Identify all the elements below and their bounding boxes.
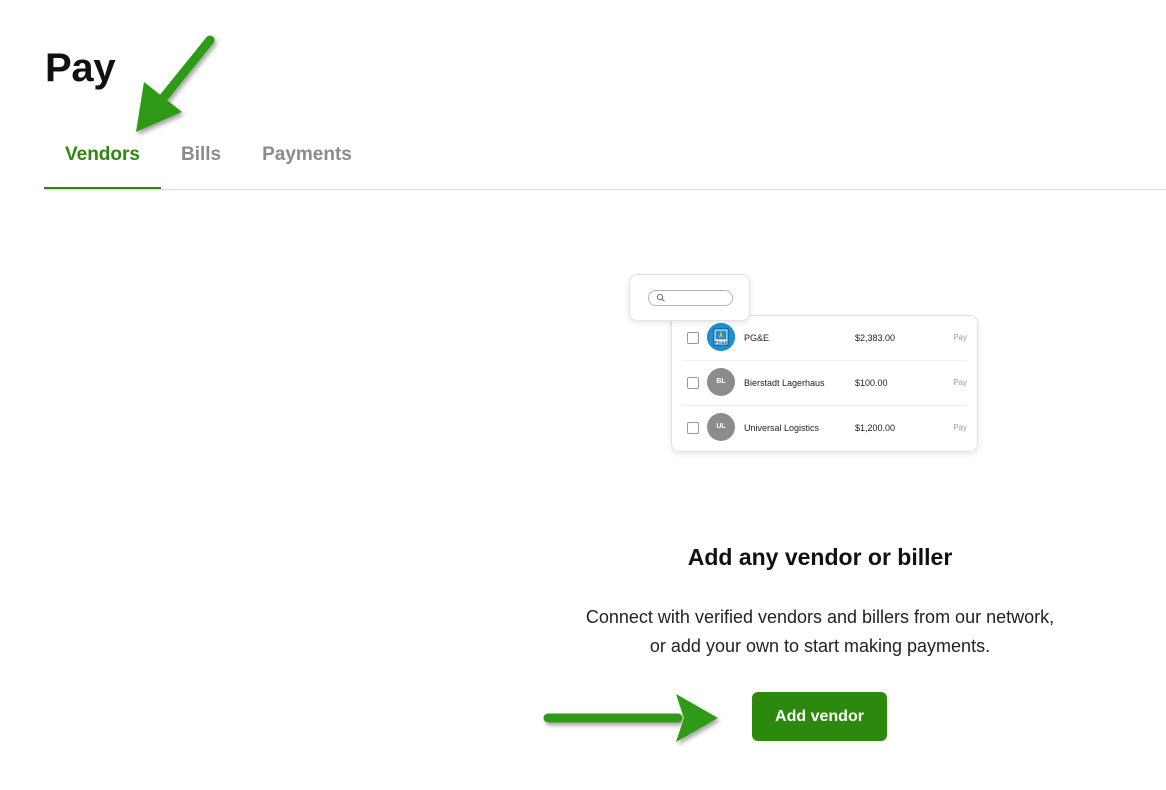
list-item: BL Bierstadt Lagerhaus $100.00 Pay [682, 361, 967, 406]
annotation-arrow-right-icon [543, 694, 718, 742]
vendor-name: Universal Logistics [744, 423, 820, 433]
row-checkbox [687, 422, 699, 434]
illustration-vendor-list: PG&E PG&E $2,383.00 Pay BL Bierstadt Lag… [671, 315, 978, 452]
empty-state-description: Connect with verified vendors and biller… [530, 603, 1110, 661]
empty-state-title: Add any vendor or biller [687, 544, 953, 570]
row-checkbox [687, 377, 699, 389]
list-item: PG&E PG&E $2,383.00 Pay [682, 316, 967, 361]
vendor-amount: $1,200.00 [855, 423, 896, 433]
vendor-amount: $2,383.00 [855, 333, 896, 343]
empty-state-description-line1: Connect with verified vendors and biller… [585, 607, 1055, 627]
pay-page: Pay Vendors Bills Payments PG&E PG&E $2,… [0, 0, 1166, 790]
pge-logo-icon: PG&E [707, 323, 735, 351]
avatar: UL [707, 413, 735, 441]
avatar: BL [707, 368, 735, 396]
pay-link: Pay [953, 423, 967, 432]
illustration-search-card [629, 274, 750, 321]
pay-link: Pay [953, 378, 967, 387]
vendor-name: Bierstadt Lagerhaus [744, 378, 825, 388]
annotation-arrow-down-left-icon [136, 35, 215, 132]
list-item: UL Universal Logistics $1,200.00 Pay [682, 406, 967, 450]
page-title: Pay [45, 46, 116, 90]
add-vendor-button[interactable]: Add vendor [752, 692, 887, 741]
search-icon [656, 293, 665, 302]
tab-payments[interactable]: Payments [260, 126, 354, 188]
vendor-amount: $100.00 [855, 378, 888, 388]
vendor-name: PG&E [744, 333, 770, 343]
pay-link: Pay [953, 333, 967, 342]
pge-logo-mark: PG&E [707, 323, 735, 351]
svg-text:PG&E: PG&E [715, 340, 728, 345]
row-checkbox [687, 332, 699, 344]
illustration-search-field [648, 290, 733, 306]
empty-state-description-line2: or add your own to start making payments… [649, 636, 991, 656]
